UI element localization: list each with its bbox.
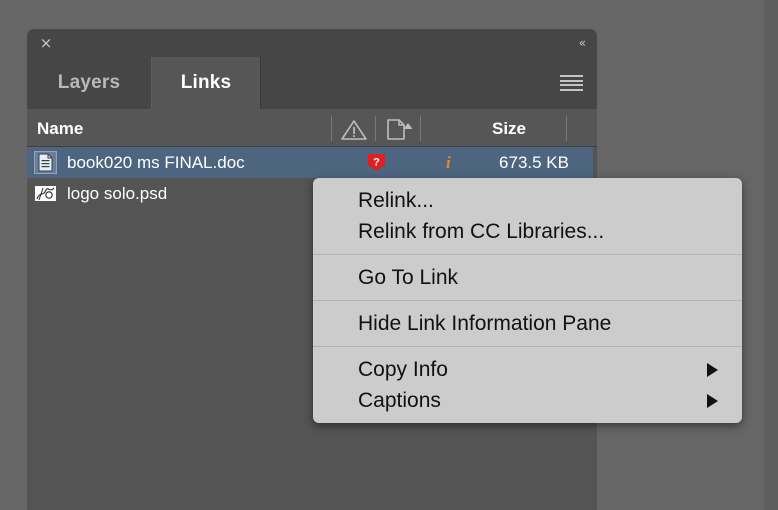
svg-text:?: ? [373, 157, 380, 169]
document-file-icon [34, 151, 57, 174]
menu-item-copy-info[interactable]: Copy Info [313, 354, 742, 385]
tab-layers-label: Layers [57, 72, 121, 93]
tabbar-spacer [261, 57, 597, 109]
column-divider [566, 116, 567, 141]
menu-separator [313, 300, 742, 301]
list-item-size: 673.5 KB [499, 152, 569, 172]
menu-item-hide-link-information-pane[interactable]: Hide Link Information Pane [313, 308, 742, 339]
submenu-arrow-icon [707, 362, 718, 377]
menu-item-label: Captions [358, 388, 441, 412]
menu-item-label: Hide Link Information Pane [358, 311, 612, 335]
column-divider [375, 116, 376, 141]
menu-item-label: Relink from CC Libraries... [358, 219, 605, 243]
menu-item-label: Relink... [358, 188, 434, 212]
column-divider [331, 116, 332, 141]
tab-links-label: Links [180, 72, 232, 93]
list-item-name: logo solo.psd [67, 183, 168, 203]
menu-item-relink[interactable]: Relink... [313, 185, 742, 216]
menu-item-label: Copy Info [358, 357, 448, 381]
tab-links[interactable]: Links [151, 57, 261, 109]
app-window-edge [764, 0, 778, 510]
warning-triangle-icon[interactable] [340, 119, 368, 141]
list-item-name: book020 ms FINAL.doc [67, 152, 245, 172]
column-header-row: Name Size [27, 109, 597, 147]
menu-item-label: Go To Link [358, 265, 459, 289]
context-menu: Relink... Relink from CC Libraries... Go… [313, 178, 742, 423]
menu-separator [313, 254, 742, 255]
menu-separator [313, 346, 742, 347]
panel-tabbar: Layers Links [27, 57, 597, 109]
panel-titlebar[interactable]: × « [27, 29, 597, 57]
menu-item-go-to-link[interactable]: Go To Link [313, 262, 742, 293]
column-header-name[interactable]: Name [37, 119, 83, 139]
column-divider [420, 116, 421, 141]
collapse-chevrons-icon[interactable]: « [579, 35, 586, 51]
info-icon[interactable]: i [446, 153, 451, 173]
update-link-icon[interactable] [384, 118, 414, 142]
submenu-arrow-icon [707, 393, 718, 408]
table-row[interactable]: book020 ms FINAL.doc ? i 673.5 KB [27, 147, 593, 178]
close-icon[interactable]: × [38, 35, 54, 51]
hamburger-menu-icon[interactable] [560, 75, 583, 91]
tab-layers[interactable]: Layers [27, 57, 151, 109]
missing-link-question-badge[interactable]: ? [366, 152, 387, 173]
column-header-size[interactable]: Size [492, 119, 526, 139]
menu-item-relink-from-cc-libraries[interactable]: Relink from CC Libraries... [313, 216, 742, 247]
menu-item-captions[interactable]: Captions [313, 385, 742, 416]
image-thumbnail-icon [34, 182, 57, 205]
